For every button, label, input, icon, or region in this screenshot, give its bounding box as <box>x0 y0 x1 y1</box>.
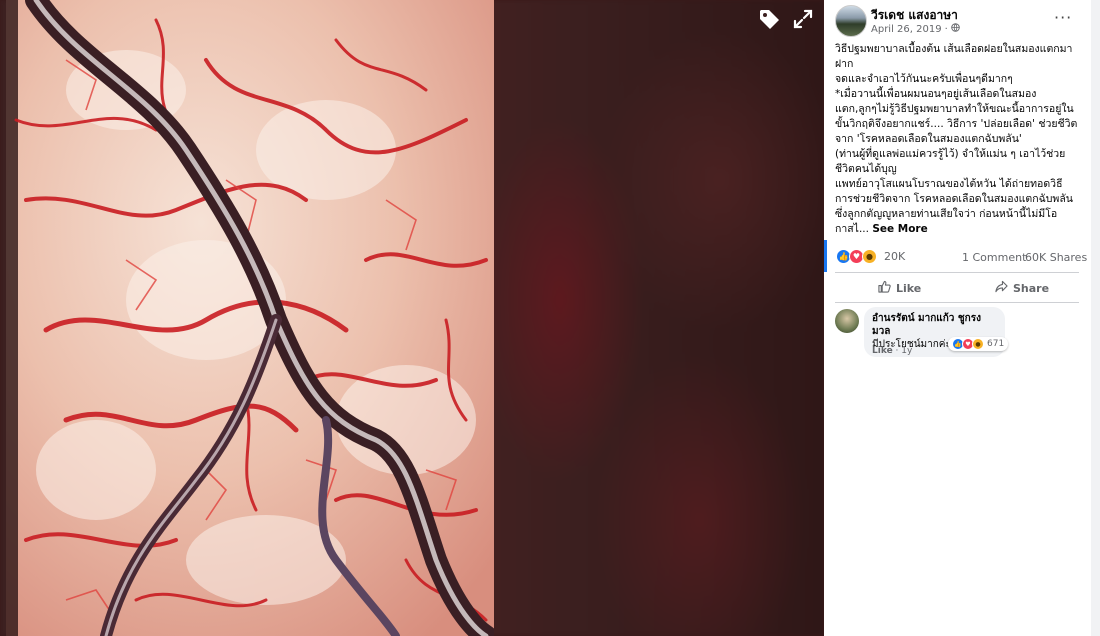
post-line: ซึ่งลูกกตัญญูหลายท่านเสียใจว่า ก่อนหน้าน… <box>835 208 1058 220</box>
comment-actions: Like · 1y <box>872 346 912 356</box>
author-avatar[interactable] <box>835 5 867 37</box>
scrollbar[interactable] <box>1091 0 1100 636</box>
post-line: ฝาก <box>835 58 854 70</box>
post-line: การช่วยชีวิตจาก โรคหลอดเลือดในสมองแตกฉับ… <box>835 193 1073 205</box>
post-side-panel: วีรเดช แสงอาษา April 26, 2019 · ··· วิธี… <box>824 0 1091 636</box>
post-line: แพทย์อาวุโสแผนโบราณของไต้หวัน ได้ถ่ายทอด… <box>835 178 1063 190</box>
post-line: ขั้นวิกฤติจึงอยากแชร์.... วิธีการ 'ปล่อย… <box>835 118 1078 130</box>
post-line: (ท่านผู้ที่ดูแลพ่อแม่ควรรู้ไว้) จำให้แม่… <box>835 148 1066 160</box>
post-photo[interactable] <box>6 0 494 636</box>
focus-accent-line <box>824 240 827 272</box>
post-line: จาก 'โรคหลอดเลือดในสมองแตกฉับพลัน' <box>835 133 1022 145</box>
post-line: ชีวิตคนได้บุญ <box>835 163 897 175</box>
share-button[interactable]: Share <box>995 280 1049 296</box>
commenter-avatar[interactable] <box>835 309 859 333</box>
post-line: วิธีปฐมพยาบาลเบื้องต้น เส้นเลือดฝอยในสมอ… <box>835 43 1073 55</box>
expand-icon[interactable] <box>792 8 814 30</box>
like-button[interactable]: Like <box>878 280 921 296</box>
reactions-summary[interactable]: 👍 ♥ ● 20K <box>836 249 905 264</box>
divider <box>835 272 1079 273</box>
comment-like-button[interactable]: Like <box>872 346 893 356</box>
commenter-name[interactable]: อำนรรัตน์ มากแก้ว ชูกรงมวล <box>872 312 996 338</box>
meta-separator: · <box>944 23 948 35</box>
comment-time[interactable]: 1y <box>901 346 912 356</box>
comment-reactions[interactable]: 👍 ♥ ● 671 <box>948 337 1009 351</box>
post-meta: April 26, 2019 · <box>871 23 960 35</box>
like-label: Like <box>896 281 922 295</box>
divider <box>835 302 1079 303</box>
globe-icon <box>950 23 960 35</box>
wow-reaction-icon: ● <box>972 338 984 350</box>
post-line: แตก,ลูกๆไม่รู้วิธีปฐมพยาบาลทำให้ขณะนี้อา… <box>835 103 1074 115</box>
post-line-last: กาสไ... See More <box>835 222 1081 237</box>
share-label: Share <box>1013 281 1050 295</box>
thumbs-up-icon <box>878 280 891 296</box>
comment-reaction-count: 671 <box>987 339 1005 349</box>
comment-separator: · <box>895 346 899 356</box>
post-line: *เมื่อวานนี้เพื่อนผมนอนๆอยู่เส้นเลือดในส… <box>835 88 1037 100</box>
photo-viewer <box>0 0 824 636</box>
comments-count[interactable]: 1 Comment <box>962 251 1026 264</box>
wow-reaction-icon: ● <box>862 249 877 264</box>
see-more-link[interactable]: See More <box>872 223 927 235</box>
reaction-count: 20K <box>884 250 906 263</box>
post-text: วิธีปฐมพยาบาลเบื้องต้น เส้นเลือดฝอยในสมอ… <box>835 42 1081 237</box>
photo-image <box>6 0 494 636</box>
tag-icon[interactable] <box>757 7 781 31</box>
more-options-button[interactable]: ··· <box>1054 10 1072 26</box>
shares-count[interactable]: 60K Shares <box>1025 251 1087 264</box>
post-line-truncated: กาสไ... <box>835 223 869 235</box>
post-line: จดและจำเอาไว้กันนะครับเพื่อนๆดีมากๆ <box>835 73 1013 85</box>
share-arrow-icon <box>995 280 1008 296</box>
post-date[interactable]: April 26, 2019 <box>871 24 942 35</box>
